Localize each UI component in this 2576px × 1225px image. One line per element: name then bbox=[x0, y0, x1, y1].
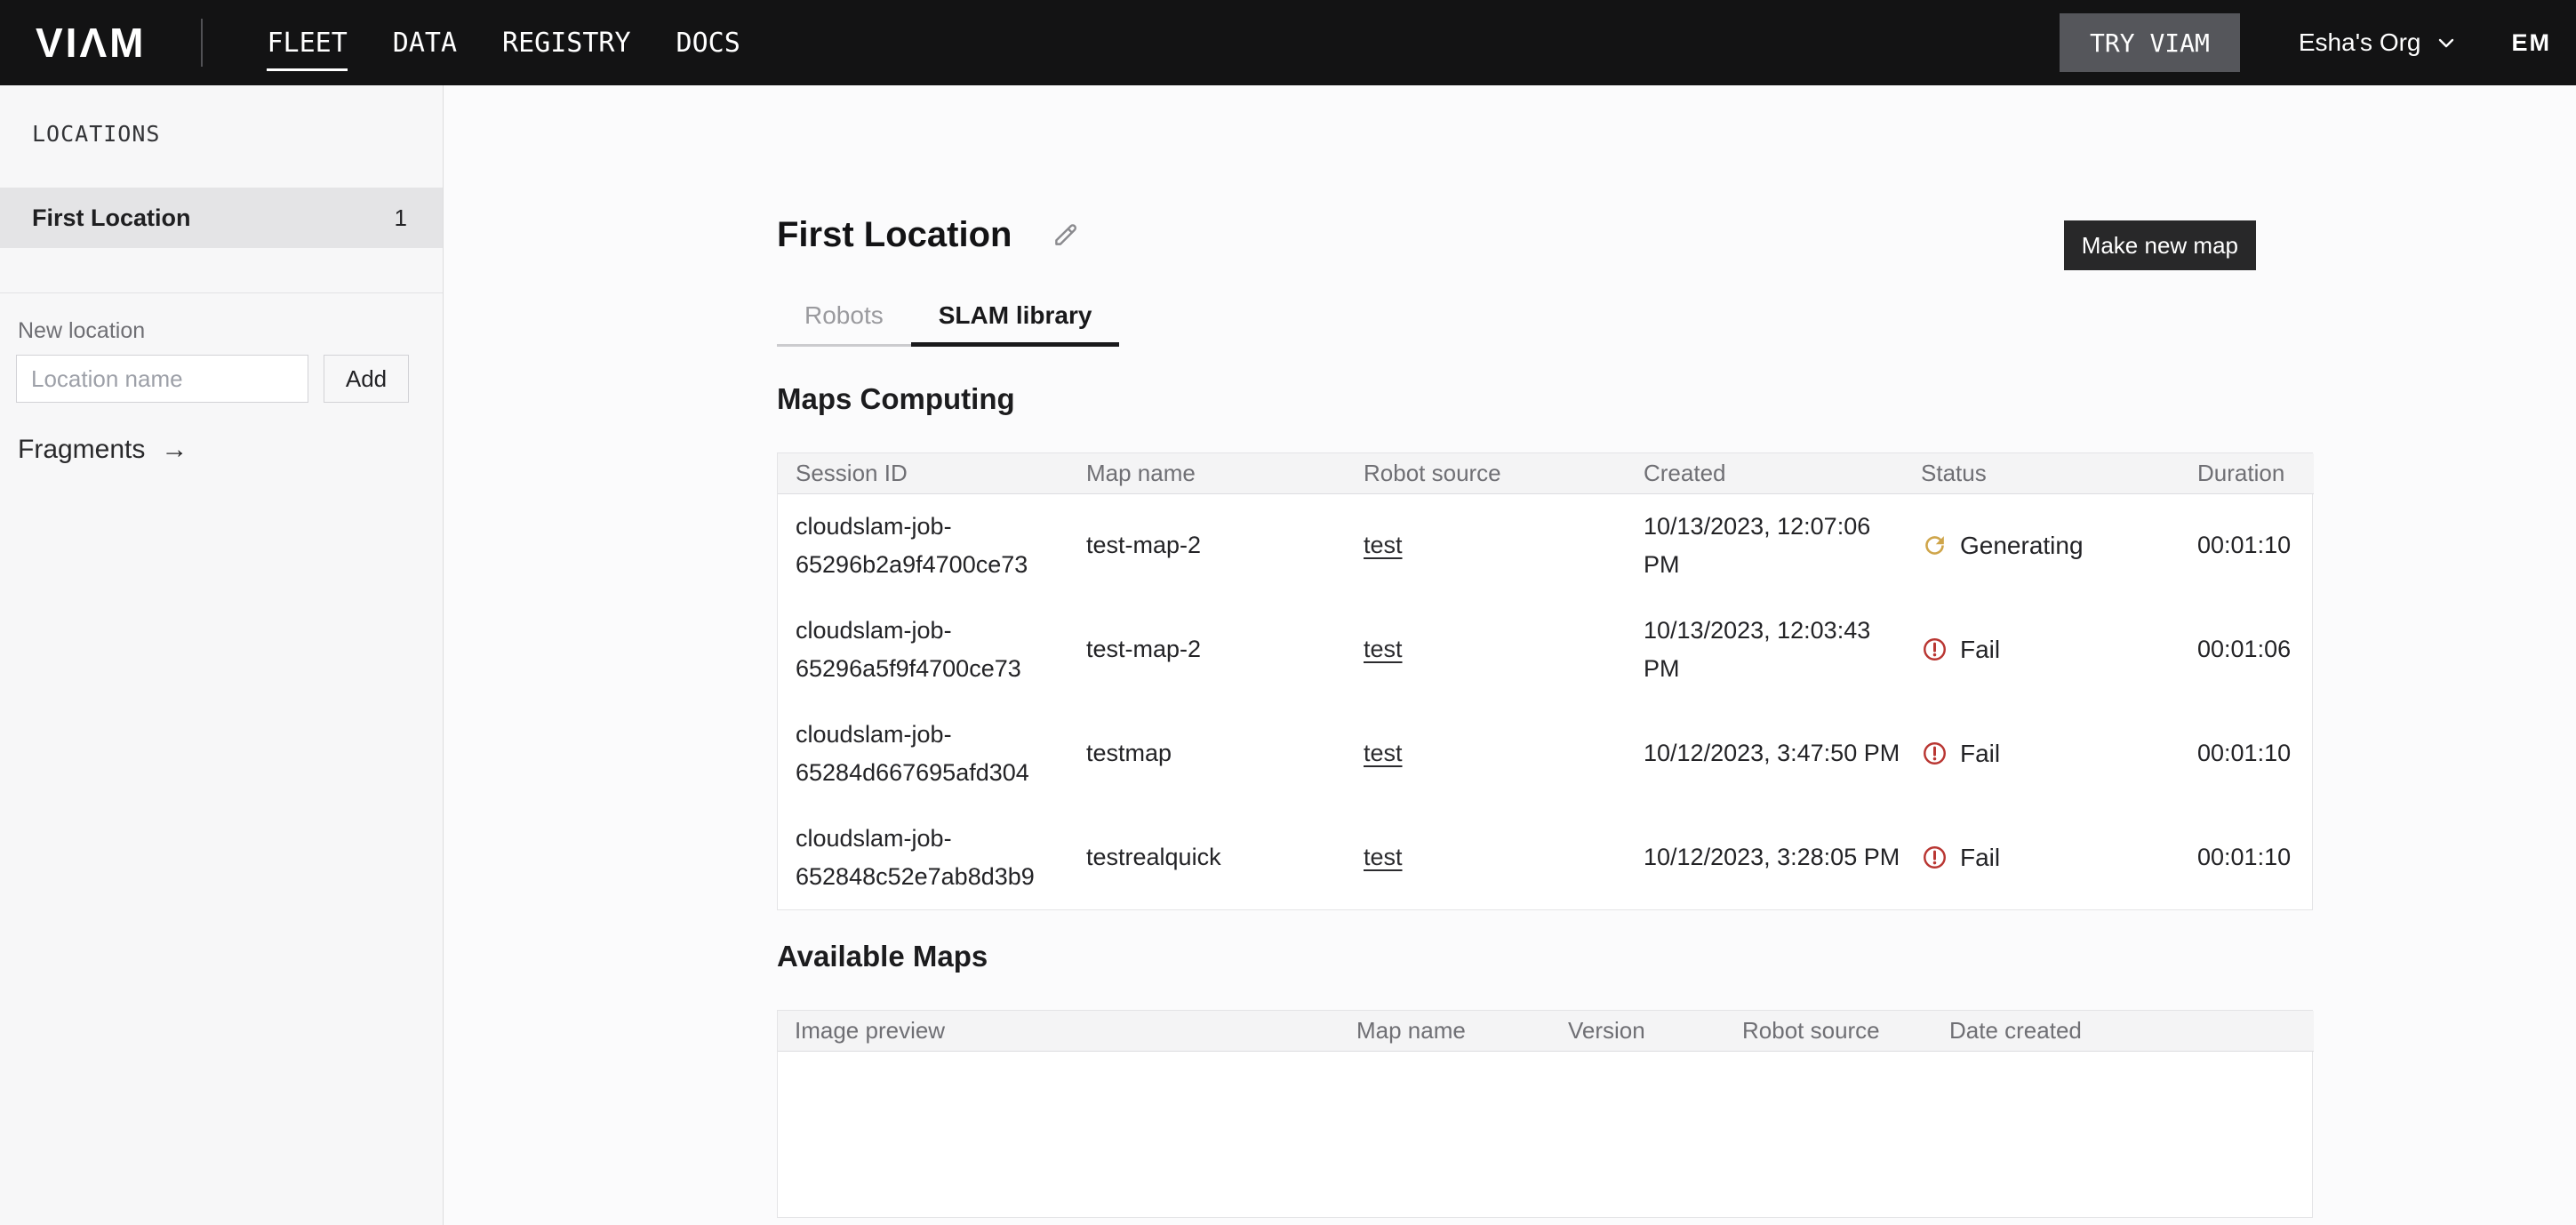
maps-computing-row: cloudslam-job-652848c52e7ab8d3b9testreal… bbox=[778, 805, 2314, 909]
status-label: Generating bbox=[1960, 532, 2084, 560]
page-title: First Location bbox=[777, 215, 1012, 255]
status-label: Fail bbox=[1960, 844, 2000, 872]
nav-link-registry[interactable]: REGISTRY bbox=[502, 2, 631, 84]
maps-computing-row: cloudslam-job-65296a5f9f4700ce73test-map… bbox=[778, 597, 2314, 701]
fail-icon bbox=[1921, 636, 1948, 663]
fragments-link[interactable]: Fragments → bbox=[18, 435, 188, 465]
column-header-session-id: Session ID bbox=[778, 453, 1068, 493]
top-nav: VIΛM FLEET DATA REGISTRY DOCS TRY VIAM E… bbox=[0, 0, 2576, 85]
nav-right-group: TRY VIAM Esha's Org EM bbox=[2060, 13, 2576, 72]
org-name: Esha's Org bbox=[2299, 28, 2421, 57]
location-robot-count: 1 bbox=[395, 204, 407, 232]
duration-cell: 00:01:10 bbox=[2180, 805, 2314, 909]
session-id-cell: cloudslam-job-65296a5f9f4700ce73 bbox=[796, 612, 1068, 688]
map-name-cell: testrealquick bbox=[1068, 805, 1346, 909]
status-badge: Generating bbox=[1921, 532, 2180, 560]
column-header-image-preview: Image preview bbox=[778, 1011, 1340, 1051]
map-name-cell: test-map-2 bbox=[1068, 597, 1346, 701]
session-id-cell: cloudslam-job-65284d667695afd304 bbox=[796, 716, 1068, 792]
maps-computing-row: cloudslam-job-65296b2a9f4700ce73test-map… bbox=[778, 493, 2314, 597]
pencil-icon bbox=[1051, 220, 1081, 250]
duration-cell: 00:01:06 bbox=[2180, 597, 2314, 701]
tab-robots[interactable]: Robots bbox=[777, 300, 911, 344]
status-badge: Fail bbox=[1921, 844, 2180, 872]
session-id-cell: cloudslam-job-652848c52e7ab8d3b9 bbox=[796, 820, 1068, 896]
created-cell: 10/13/2023, 12:07:06 PM bbox=[1644, 508, 1903, 584]
status-badge: Fail bbox=[1921, 740, 2180, 768]
column-header-date-created: Date created bbox=[1932, 1011, 2314, 1051]
maps-computing-header-row: Session ID Map name Robot source Created… bbox=[778, 453, 2314, 493]
map-name-cell: test-map-2 bbox=[1068, 493, 1346, 597]
sidebar-divider bbox=[0, 292, 443, 293]
main-area: First Location Make new map Robots SLAM … bbox=[444, 85, 2576, 1225]
created-cell: 10/13/2023, 12:03:43 PM bbox=[1644, 612, 1903, 688]
org-switcher[interactable]: Esha's Org bbox=[2299, 28, 2457, 57]
tab-bar: Robots SLAM library bbox=[777, 300, 1119, 347]
created-cell: 10/12/2023, 3:28:05 PM bbox=[1644, 838, 1903, 877]
try-viam-button[interactable]: TRY VIAM bbox=[2060, 13, 2240, 72]
available-maps-table: Image preview Map name Version Robot sou… bbox=[777, 1010, 2313, 1218]
robot-source-link[interactable]: test bbox=[1364, 844, 1403, 870]
status-badge: Fail bbox=[1921, 636, 2180, 664]
new-location-label: New location bbox=[18, 318, 443, 344]
column-header-version: Version bbox=[1551, 1011, 1725, 1051]
duration-cell: 00:01:10 bbox=[2180, 701, 2314, 805]
nav-link-data[interactable]: DATA bbox=[393, 2, 457, 84]
column-header-map-name: Map name bbox=[1068, 453, 1346, 493]
maps-computing-row: cloudslam-job-65284d667695afd304testmap t… bbox=[778, 701, 2314, 805]
column-header-robot-source: Robot source bbox=[1725, 1011, 1932, 1051]
maps-computing-heading: Maps Computing bbox=[777, 382, 2313, 416]
robot-source-link[interactable]: test bbox=[1364, 532, 1403, 558]
make-new-map-button[interactable]: Make new map bbox=[2064, 220, 2256, 270]
locations-sidebar: LOCATIONS First Location 1 New location … bbox=[0, 85, 444, 1225]
fail-icon bbox=[1921, 844, 1948, 871]
nav-link-fleet[interactable]: FLEET bbox=[267, 2, 347, 84]
column-header-created: Created bbox=[1626, 453, 1903, 493]
status-label: Fail bbox=[1960, 636, 2000, 664]
tab-slam-library[interactable]: SLAM library bbox=[911, 300, 1120, 344]
nav-link-docs[interactable]: DOCS bbox=[676, 2, 740, 84]
page-header: First Location Make new map bbox=[777, 199, 2313, 270]
new-location-form: Add bbox=[16, 355, 443, 403]
duration-cell: 00:01:10 bbox=[2180, 493, 2314, 597]
add-location-button[interactable]: Add bbox=[324, 355, 409, 403]
status-label: Fail bbox=[1960, 740, 2000, 768]
chevron-down-icon bbox=[2436, 32, 2457, 53]
column-header-duration: Duration bbox=[2180, 453, 2314, 493]
location-name: First Location bbox=[32, 204, 191, 232]
available-maps-header-row: Image preview Map name Version Robot sou… bbox=[778, 1011, 2314, 1051]
column-header-map-name: Map name bbox=[1340, 1011, 1551, 1051]
column-header-robot-source: Robot source bbox=[1346, 453, 1626, 493]
sidebar-item-first-location[interactable]: First Location 1 bbox=[0, 188, 443, 248]
robot-source-link[interactable]: test bbox=[1364, 636, 1403, 662]
created-cell: 10/12/2023, 3:47:50 PM bbox=[1644, 734, 1903, 773]
available-maps-heading: Available Maps bbox=[777, 940, 2313, 973]
map-name-cell: testmap bbox=[1068, 701, 1346, 805]
edit-location-name-button[interactable] bbox=[1051, 220, 1081, 250]
primary-nav: FLEET DATA REGISTRY DOCS bbox=[267, 2, 740, 84]
generating-icon bbox=[1921, 532, 1948, 559]
available-maps-empty-body bbox=[778, 1052, 2312, 1217]
maps-computing-rows: cloudslam-job-65296b2a9f4700ce73test-map… bbox=[778, 493, 2314, 909]
arrow-right-icon: → bbox=[161, 435, 188, 465]
maps-computing-table: Session ID Map name Robot source Created… bbox=[777, 452, 2313, 910]
fragments-label: Fragments bbox=[18, 435, 145, 465]
location-name-input[interactable] bbox=[16, 355, 308, 403]
robot-source-link[interactable]: test bbox=[1364, 740, 1403, 766]
column-header-status: Status bbox=[1903, 453, 2180, 493]
session-id-cell: cloudslam-job-65296b2a9f4700ce73 bbox=[796, 508, 1068, 584]
viam-logo[interactable]: VIΛM bbox=[36, 19, 146, 67]
fail-icon bbox=[1921, 740, 1948, 767]
nav-divider bbox=[201, 19, 203, 67]
user-avatar[interactable]: EM bbox=[2512, 29, 2552, 57]
locations-heading: LOCATIONS bbox=[32, 121, 443, 147]
